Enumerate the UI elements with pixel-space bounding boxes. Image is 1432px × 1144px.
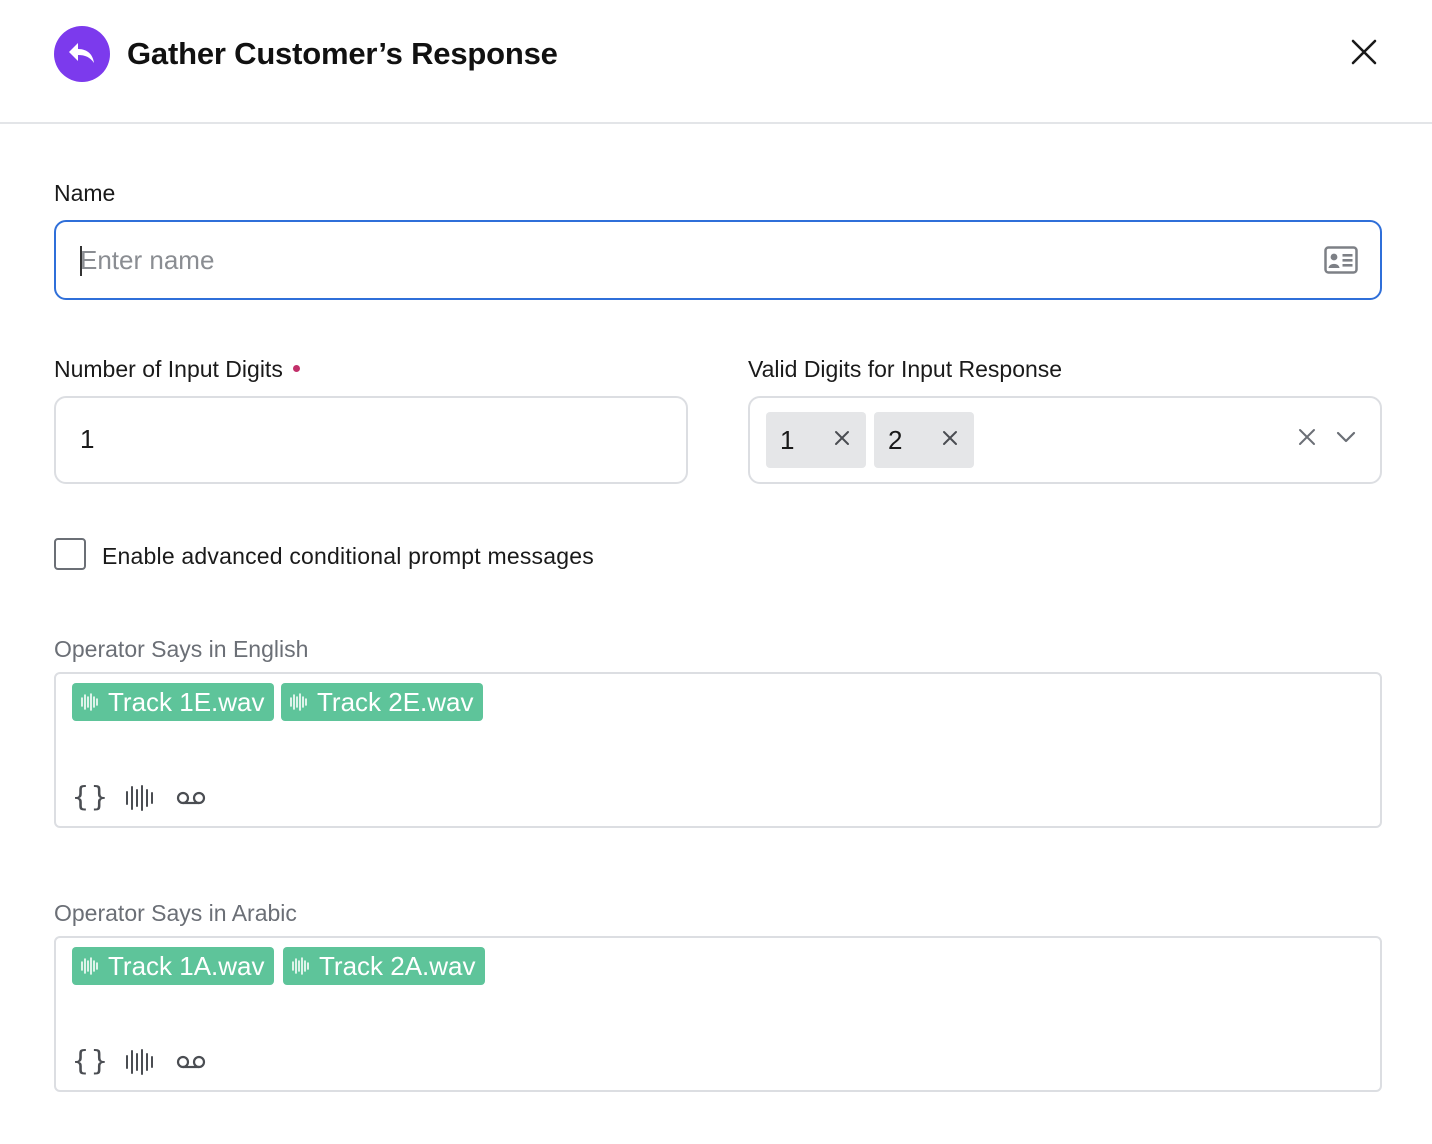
- digits-label: Number of Input Digits: [54, 356, 300, 383]
- audio-track-tag[interactable]: Track 1A.wav: [72, 947, 274, 985]
- chip-label: 2: [888, 425, 903, 455]
- text-caret: [80, 246, 82, 276]
- english-prompt-editor[interactable]: Track 1E.wav Track 2E.wav {}: [54, 672, 1382, 828]
- modal-title: Gather Customer’s Response: [127, 36, 558, 71]
- contact-card-icon[interactable]: [1324, 246, 1358, 274]
- variable-braces-icon[interactable]: {}: [72, 780, 110, 813]
- track-name: Track 1E.wav: [108, 686, 265, 717]
- audio-wave-icon: [290, 693, 307, 711]
- arabic-prompt-editor[interactable]: Track 1A.wav Track 2A.wav {}: [54, 936, 1382, 1092]
- audio-track-tag[interactable]: Track 1E.wav: [72, 683, 274, 721]
- digits-input[interactable]: 1: [54, 396, 688, 484]
- advanced-prompts-checkbox[interactable]: [54, 538, 86, 570]
- track-name: Track 2E.wav: [317, 686, 474, 717]
- remove-chip-icon[interactable]: [832, 428, 852, 448]
- audio-wave-icon[interactable]: [124, 1048, 154, 1076]
- selected-chip: 1: [766, 412, 866, 468]
- arabic-prompt-label: Operator Says in Arabic: [54, 900, 297, 926]
- reply-arrow-icon: [69, 43, 94, 63]
- valid-digits-select[interactable]: 1 2: [748, 396, 1382, 484]
- audio-track-tag[interactable]: Track 2A.wav: [283, 947, 485, 985]
- selected-chip: 2: [874, 412, 974, 468]
- close-icon: [1351, 39, 1377, 65]
- advanced-prompts-label: Enable advanced conditional prompt messa…: [102, 543, 594, 569]
- digits-input-value: 1: [80, 424, 95, 454]
- track-name: Track 1A.wav: [108, 950, 265, 981]
- audio-track-tag[interactable]: Track 2E.wav: [281, 683, 483, 721]
- name-label: Name: [54, 180, 116, 206]
- chevron-down-icon[interactable]: [1334, 426, 1358, 448]
- audio-wave-icon: [292, 957, 309, 975]
- audio-wave-icon: [81, 693, 98, 711]
- track-name: Track 2A.wav: [319, 950, 476, 981]
- name-input-container: [54, 220, 1382, 300]
- digits-label-text: Number of Input Digits: [54, 356, 283, 382]
- name-input[interactable]: [80, 222, 1300, 298]
- english-prompt-label: Operator Says in English: [54, 636, 309, 662]
- clear-all-icon[interactable]: [1296, 426, 1318, 448]
- voicemail-icon[interactable]: [176, 1054, 206, 1070]
- audio-wave-icon[interactable]: [124, 784, 154, 812]
- close-button[interactable]: [1346, 34, 1382, 70]
- chip-label: 1: [780, 425, 795, 455]
- modal-header: Gather Customer’s Response: [0, 0, 1432, 124]
- voicemail-icon[interactable]: [176, 790, 206, 806]
- back-button[interactable]: [54, 26, 110, 82]
- valid-digits-label: Valid Digits for Input Response: [748, 356, 1063, 382]
- required-indicator: [292, 365, 300, 373]
- audio-wave-icon: [81, 957, 98, 975]
- variable-braces-icon[interactable]: {}: [72, 1044, 110, 1077]
- remove-chip-icon[interactable]: [940, 428, 960, 448]
